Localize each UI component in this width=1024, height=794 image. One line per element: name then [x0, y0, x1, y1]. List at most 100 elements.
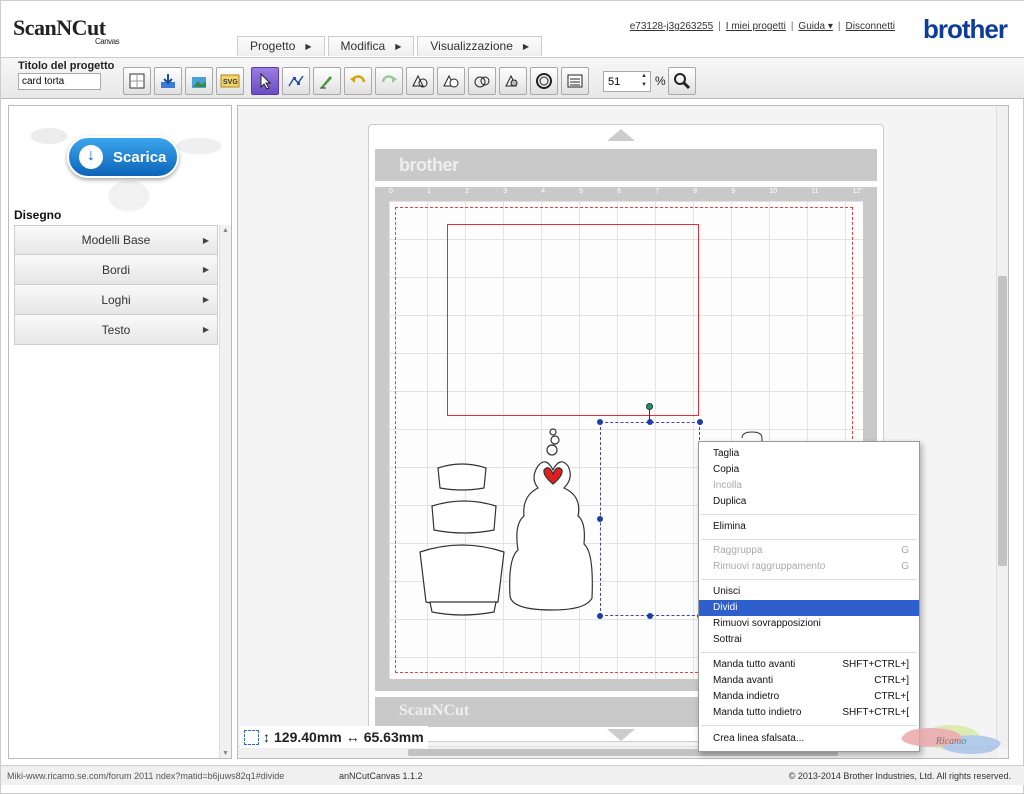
download-arrow-icon: ↓ [79, 145, 103, 169]
scroll-down-arrow-icon[interactable] [607, 729, 635, 741]
menu-item-duplica[interactable]: Duplica [699, 494, 919, 510]
zoom-stepper[interactable]: ▲ ▼ [639, 72, 649, 91]
resize-handle[interactable] [597, 419, 603, 425]
header: ScanNCut Canvas Progetto ▶ Modifica ▶ Visu… [1, 1, 1024, 57]
svg-import-button[interactable]: SVG [216, 67, 244, 95]
menu-item-taglia[interactable]: Taglia [699, 446, 919, 462]
menu-item-manda-tutto-avanti[interactable]: Manda tutto avanti SHFT+CTRL+] [699, 657, 919, 673]
menu-item-copia[interactable]: Copia [699, 462, 919, 478]
category-testo[interactable]: Testo ▶ [14, 315, 218, 345]
category-loghi[interactable]: Loghi ▶ [14, 285, 218, 315]
menu-item-dividi[interactable]: Dividi [699, 600, 919, 616]
menu-item-incolla: Incolla [713, 480, 742, 491]
pen-icon [320, 76, 332, 89]
left-panel-scrollbar[interactable]: ▲ ▼ [219, 225, 231, 758]
image-import-button[interactable] [185, 67, 213, 95]
selected-rectangle-shape[interactable] [600, 422, 700, 616]
my-projects-link[interactable]: I miei progetti [726, 21, 786, 32]
menu-item-unisci[interactable]: Unisci [699, 584, 919, 600]
brother-logo: brother [923, 14, 1008, 44]
menu-item-rimuovi-sovrapposizioni[interactable]: Rimuovi sovrapposizioni [699, 616, 919, 632]
resize-handle[interactable] [597, 516, 603, 522]
menu-item-manda-tutto-indietro[interactable]: Manda tutto indietro SHFT+CTRL+[ [699, 705, 919, 721]
shape-alt-button[interactable] [437, 67, 465, 95]
context-menu: Taglia Copia Incolla Duplica Elimina Rag… [698, 441, 920, 752]
width-arrow-icon: ↔ [345, 729, 360, 745]
status-bar: Miki-www.ricamo.se.com/forum 2011 ndex?m… [1, 765, 1024, 785]
undo-icon [350, 75, 366, 83]
width-value: 65.63mm [363, 729, 424, 745]
svg-text:SVG: SVG [223, 79, 238, 86]
image-import-icon [192, 77, 206, 88]
menu-item-sottrai[interactable]: Sottrai [699, 632, 919, 648]
resize-handle[interactable] [697, 419, 703, 425]
menu-item-crea-linea-sfalsata[interactable]: Crea linea sfalsata... [699, 731, 919, 747]
shape-subtract-button[interactable] [499, 67, 527, 95]
top-links: e73128-j3g263255 | I miei progetti | Guida… [629, 21, 895, 32]
new-button[interactable] [123, 67, 151, 95]
height-value: 129.40mm [274, 729, 342, 745]
list-icon [567, 74, 583, 88]
watermark-logo: Ricamo [901, 723, 1001, 759]
status-copyright: © 2013-2014 Brother Industries, Ltd. All… [788, 771, 1011, 781]
project-title-label: Titolo del progetto [18, 60, 115, 72]
redo-button[interactable] [375, 67, 403, 95]
logout-link[interactable]: Disconnetti [846, 21, 895, 32]
chevron-right-icon: ▶ [395, 42, 402, 51]
category-list: Modelli Base ▶ Bordi ▶ Loghi ▶ Testo ▶ [14, 225, 218, 345]
new-icon [129, 73, 145, 89]
category-modelli-base[interactable]: Modelli Base ▶ [14, 225, 218, 255]
rotate-handle[interactable] [646, 403, 653, 410]
resize-handle[interactable] [597, 613, 603, 619]
project-title-input[interactable] [18, 73, 101, 90]
scroll-up-icon[interactable]: ▲ [222, 227, 229, 234]
menu-modifica[interactable]: Modifica ▶ [327, 36, 415, 56]
cake-shapes[interactable] [416, 426, 616, 626]
magnifier-icon [674, 73, 691, 90]
menu-progetto[interactable]: Progetto ▶ [237, 36, 325, 56]
user-link[interactable]: e73128-j3g263255 [630, 21, 713, 32]
properties-button[interactable] [561, 67, 589, 95]
menu-item-manda-indietro[interactable]: Manda indietro CTRL+[ [699, 689, 919, 705]
menu-separator [701, 652, 917, 653]
menu-separator [701, 579, 917, 580]
app-window: ScanNCut Canvas Progetto ▶ Modifica ▶ Visu… [0, 0, 1024, 794]
chevron-right-icon: ▶ [522, 42, 530, 51]
shape-icon [412, 74, 428, 88]
status-version: anNCutCanvas 1.1.2 [339, 771, 423, 781]
menu-item-manda-avanti[interactable]: Manda avanti CTRL+] [699, 673, 919, 689]
select-icon [260, 72, 272, 90]
height-arrow-icon: ↕ [263, 729, 270, 745]
select-tool-button[interactable] [251, 67, 279, 95]
zoom-unit: % [655, 74, 666, 88]
resize-handle[interactable] [647, 613, 653, 619]
scroll-down-icon[interactable]: ▼ [222, 750, 229, 757]
shape-tool-button[interactable] [406, 67, 434, 95]
resize-handle[interactable] [647, 419, 653, 425]
section-title: Disegno [14, 208, 62, 222]
menu-item-elimina[interactable]: Elimina [699, 519, 919, 535]
mat-brand: brother [399, 155, 459, 175]
download-button[interactable] [154, 67, 182, 95]
zoom-button[interactable] [668, 67, 696, 95]
offset-circle-button[interactable] [530, 67, 558, 95]
scroll-thumb[interactable] [998, 276, 1007, 566]
toolbar: Titolo del progetto SVG ▲▼ % [1, 57, 1024, 99]
scroll-up-arrow-icon[interactable] [607, 129, 635, 141]
chevron-right-icon: ▶ [305, 42, 312, 51]
menu-visualizzazione[interactable]: Visualizzazione ▶ [417, 36, 543, 56]
mat-header: brother [375, 149, 877, 181]
canvas-vertical-scrollbar[interactable] [996, 106, 1008, 748]
download-button-large[interactable]: ↓ Scarica [67, 136, 179, 178]
undo-button[interactable] [344, 67, 372, 95]
node-edit-button[interactable] [282, 67, 310, 95]
heart-cake-shape [509, 428, 593, 611]
shape-weld-button[interactable] [468, 67, 496, 95]
menu-separator [701, 725, 917, 726]
card-rectangle-shape[interactable] [447, 224, 699, 416]
category-bordi[interactable]: Bordi ▶ [14, 255, 218, 285]
guide-link[interactable]: Guida ▾ [798, 21, 833, 32]
pen-tool-button[interactable] [313, 67, 341, 95]
download-label: Scarica [113, 148, 167, 166]
chevron-right-icon: ▶ [202, 295, 209, 304]
